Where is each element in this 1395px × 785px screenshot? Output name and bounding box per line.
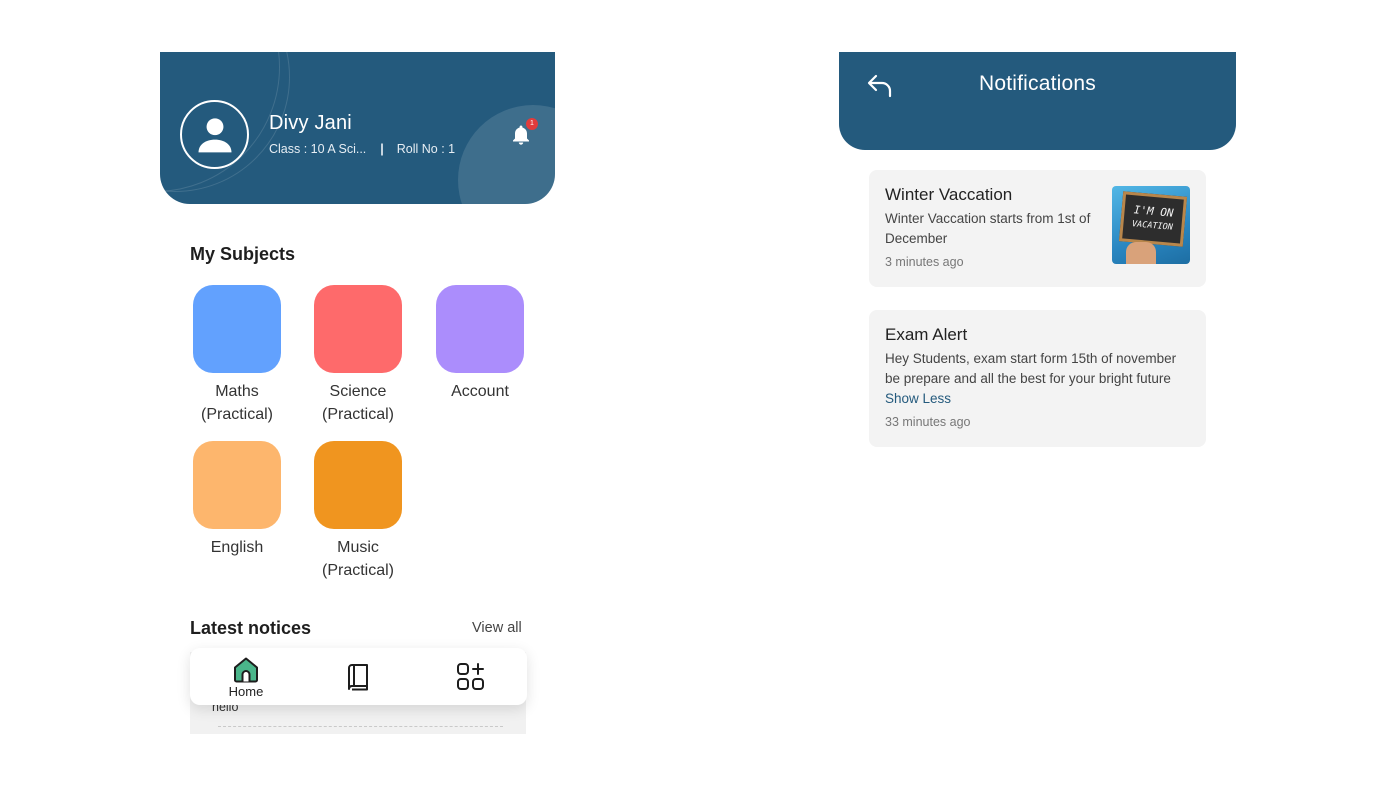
subject-tile [436,285,524,373]
notification-image: I'M ON VACATION [1112,186,1190,264]
notification-time: 3 minutes ago [885,255,964,269]
chalkboard-image: I'M ON VACATION [1118,191,1188,247]
notification-time: 33 minutes ago [885,415,971,429]
nav-home[interactable]: Home [221,648,271,705]
section-title-subjects: My Subjects [190,244,296,264]
subject-account[interactable]: Account [425,285,535,403]
notice-divider [218,726,503,727]
nav-subjects[interactable] [342,648,374,705]
subject-tile [193,285,281,373]
student-name: Divy Jani [269,112,352,134]
subject-english[interactable]: English [182,441,292,559]
subject-maths[interactable]: Maths (Practical) [182,285,292,426]
roll-number: Roll No : 1 [396,142,456,156]
subject-tile [193,441,281,529]
home-screen: Divy Jani Class : 10 A Sci... | Roll No … [160,52,555,734]
bottom-navigation: Home [190,648,527,705]
user-icon [198,117,231,152]
book-icon [348,663,368,690]
home-icon [234,657,258,682]
add-apps-icon [457,662,484,690]
notifications-header: Notifications [839,52,1236,150]
notification-title: Winter Vaccation [885,185,1013,204]
avatar[interactable] [180,100,249,169]
image-text: VACATION [1131,219,1174,233]
subject-science[interactable]: Science (Practical) [303,285,413,426]
notification-title: Exam Alert [885,325,968,344]
subject-label: Music (Practical) [321,539,394,579]
notification-body: Hey Students, exam start form 15th of no… [885,349,1185,409]
notification-body: Winter Vaccation starts from 1st of Dece… [885,211,1091,246]
subject-label: Maths (Practical) [200,383,273,423]
notification-body-text: Hey Students, exam start form 15th of no… [885,351,1177,386]
notification-badge: 1 [526,118,538,130]
class-info: Class : 10 A Sci... [269,142,367,156]
nav-more[interactable] [454,648,488,705]
notification-card[interactable]: Winter Vaccation Winter Vaccation starts… [869,170,1206,287]
subject-tile [314,285,402,373]
view-all-link[interactable]: View all [472,620,522,636]
subject-music[interactable]: Music (Practical) [303,441,413,582]
subject-label: English [210,539,264,556]
section-title-notices: Latest notices [190,618,312,638]
nav-home-label: Home [228,683,264,699]
meta-separator: | [380,142,384,156]
student-meta: Class : 10 A Sci... | Roll No : 1 [269,142,455,156]
page-title: Notifications [979,72,1096,95]
show-less-link[interactable]: Show Less [885,391,951,406]
profile-header: Divy Jani Class : 10 A Sci... | Roll No … [160,52,555,204]
notification-card[interactable]: Exam Alert Hey Students, exam start form… [869,310,1206,447]
subject-label: Science (Practical) [321,383,394,423]
header-decoration [458,105,555,204]
subject-tile [314,441,402,529]
subject-label: Account [451,383,509,400]
hand-image [1126,242,1156,264]
